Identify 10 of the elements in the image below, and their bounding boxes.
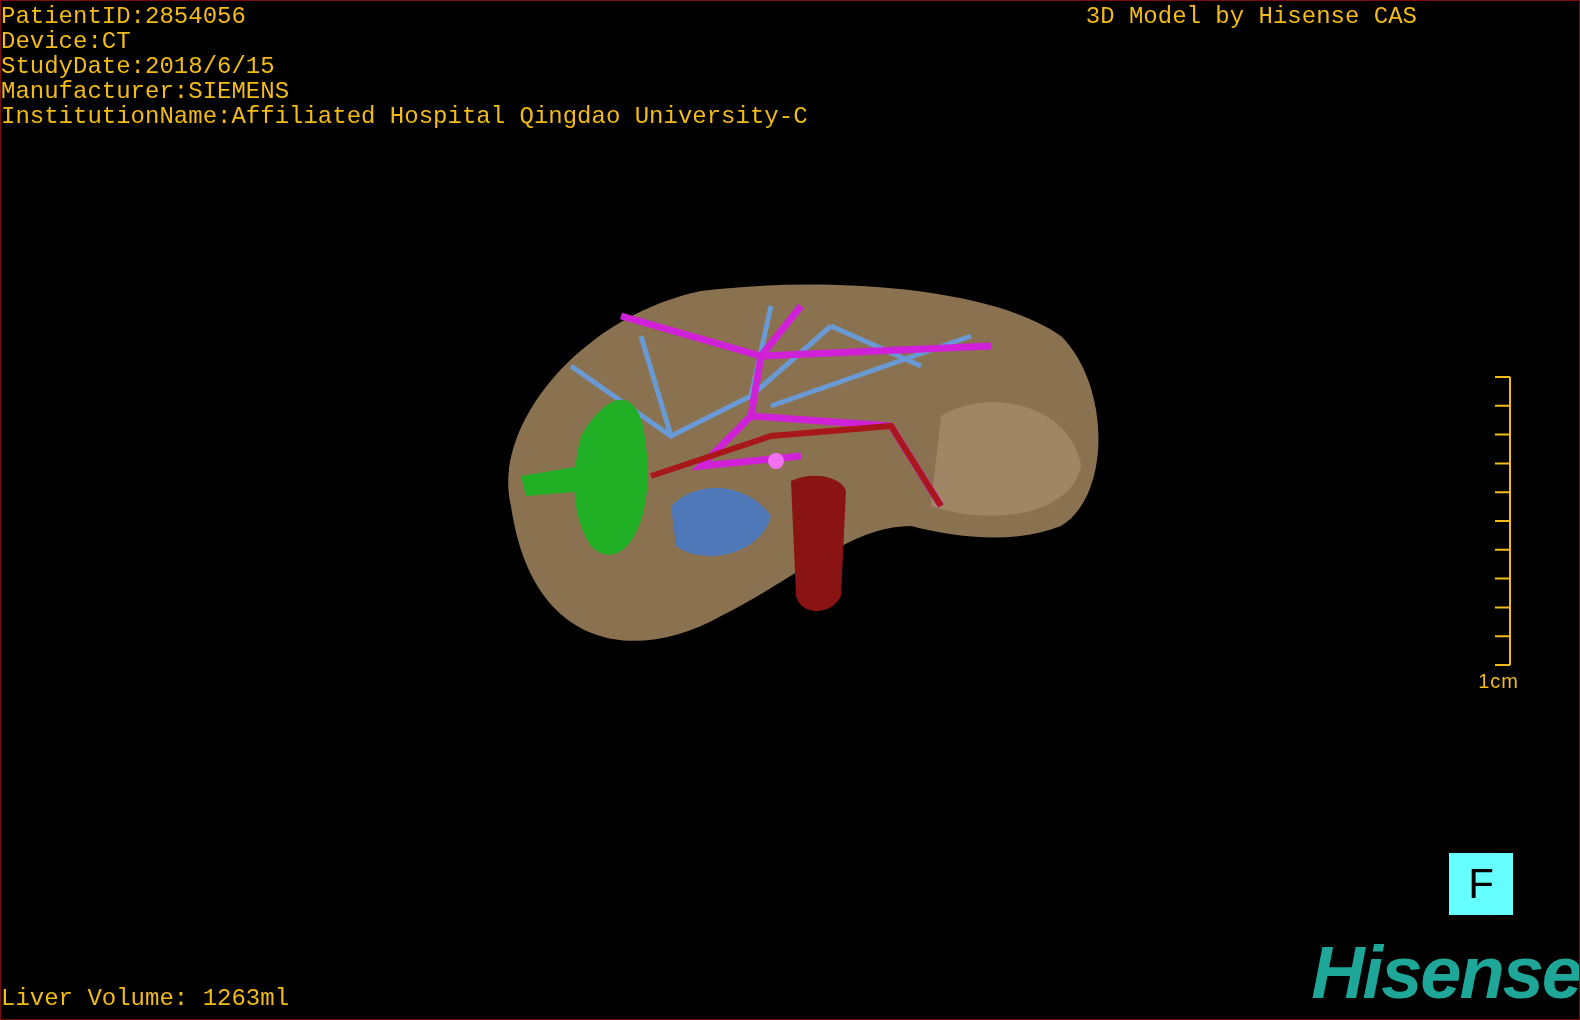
info-text: Device:CT [1,29,132,54]
info-text: InstitutionName:Affiliated Hospital Qingdao University-C [1,104,808,129]
orientation-marker: F [1449,853,1513,915]
brand-logo: Hisense [1311,939,1579,1016]
info-text: Manufacturer:SIEMENS [1,79,291,104]
liver-volume-text: Liver Volume: 1263ml [1,986,290,1014]
viewer-title: 3D Model by Hisense CAS [1085,2,1417,32]
scale-label: 1cm [1478,670,1519,692]
info-text: StudyDate:2018/6/15 [1,54,276,79]
info-text: PatientID:2854056 [1,4,247,29]
